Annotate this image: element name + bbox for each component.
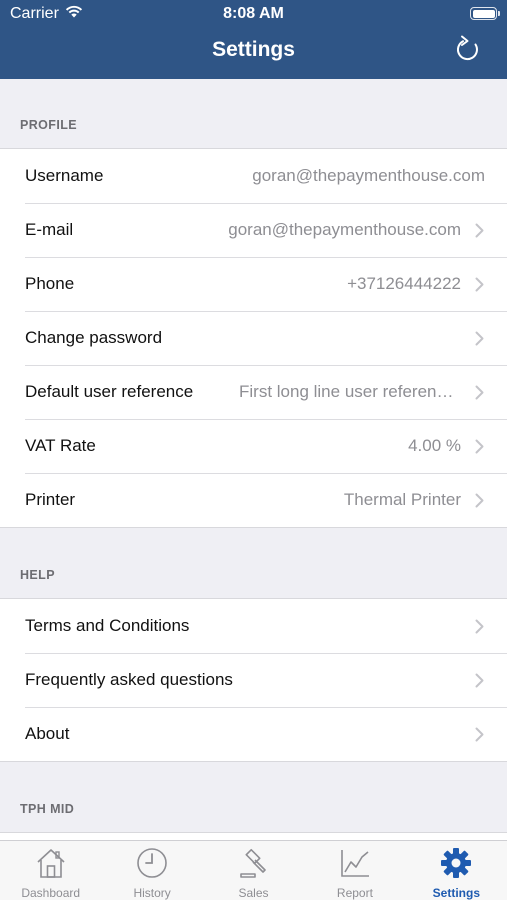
row-label: Printer <box>25 490 76 509</box>
tab-label: Sales <box>238 886 269 900</box>
chevron-right-icon <box>473 670 485 690</box>
row-label: About <box>25 724 70 743</box>
chevron-right-icon <box>473 328 485 348</box>
tab-label: History <box>133 886 171 900</box>
row-value: 4.00 % <box>408 436 461 455</box>
chevron-right-icon <box>473 616 485 636</box>
default-user-reference-row[interactable]: Default user reference First long line u… <box>0 365 507 419</box>
row-label: Username <box>25 166 104 185</box>
refresh-icon <box>455 35 481 68</box>
chevron-right-icon <box>473 220 485 240</box>
status-time: 8:08 AM <box>223 5 284 22</box>
tab-settings[interactable]: Settings <box>406 841 507 900</box>
chevron-right-icon <box>473 490 485 510</box>
chevron-right-icon <box>473 724 485 744</box>
tab-label: Settings <box>432 886 480 900</box>
row-label: E-mail <box>25 220 74 239</box>
chevron-right-icon <box>473 436 485 456</box>
row-label: Frequently asked questions <box>25 670 233 689</box>
about-row[interactable]: About <box>0 707 507 761</box>
tab-label: Report <box>336 886 373 900</box>
printer-row[interactable]: Printer Thermal Printer <box>0 473 507 527</box>
refresh-button[interactable] <box>453 35 483 68</box>
battery-icon <box>470 7 500 20</box>
username-row[interactable]: Username goran@thepaymenthouse.com <box>0 149 507 203</box>
settings-list[interactable]: PROFILE Username goran@thepaymenthouse.c… <box>0 79 507 840</box>
chart-icon <box>338 847 372 879</box>
row-label: Phone <box>25 274 75 293</box>
row-value: Thermal Printer <box>343 490 461 509</box>
tab-bar: Dashboard History Sales Report Settings <box>0 840 507 900</box>
header: Carrier 8:08 AM Settings <box>0 0 507 79</box>
chevron-right-icon <box>473 382 485 402</box>
tph-mid-group <box>0 832 507 840</box>
section-header-profile: PROFILE <box>20 118 77 132</box>
tab-report[interactable]: Report <box>304 841 405 900</box>
help-group: Terms and Conditions Frequently asked qu… <box>0 598 507 762</box>
section-header-help: HELP <box>20 568 55 582</box>
status-bar: Carrier 8:08 AM <box>0 0 507 28</box>
profile-group: Username goran@thepaymenthouse.com E-mai… <box>0 148 507 528</box>
row-value: First long line user reference... <box>239 382 461 401</box>
email-row[interactable]: E-mail goran@thepaymenthouse.com <box>0 203 507 257</box>
row-label: VAT Rate <box>25 436 96 455</box>
faq-row[interactable]: Frequently asked questions <box>0 653 507 707</box>
row-label: Change password <box>25 328 163 347</box>
tab-dashboard[interactable]: Dashboard <box>0 841 101 900</box>
vat-rate-row[interactable]: VAT Rate 4.00 % <box>0 419 507 473</box>
change-password-row[interactable]: Change password <box>0 311 507 365</box>
tab-label: Dashboard <box>21 886 81 900</box>
tab-history[interactable]: History <box>101 841 202 900</box>
gear-icon <box>439 847 473 879</box>
section-header-tph-mid: TPH MID <box>20 802 75 816</box>
row-value: goran@thepaymenthouse.com <box>228 220 461 239</box>
terms-row[interactable]: Terms and Conditions <box>0 599 507 653</box>
gavel-icon <box>237 847 271 879</box>
row-value: goran@thepaymenthouse.com <box>252 166 485 185</box>
home-icon <box>34 847 68 879</box>
phone-row[interactable]: Phone +37126444222 <box>0 257 507 311</box>
row-label: Terms and Conditions <box>25 616 190 635</box>
tab-sales[interactable]: Sales <box>203 841 304 900</box>
clock-icon <box>135 847 169 879</box>
row-label: Default user reference <box>25 382 194 401</box>
page-title: Settings <box>212 38 295 61</box>
chevron-right-icon <box>473 274 485 294</box>
row-value: +37126444222 <box>347 274 461 293</box>
nav-bar: Settings <box>0 28 507 79</box>
